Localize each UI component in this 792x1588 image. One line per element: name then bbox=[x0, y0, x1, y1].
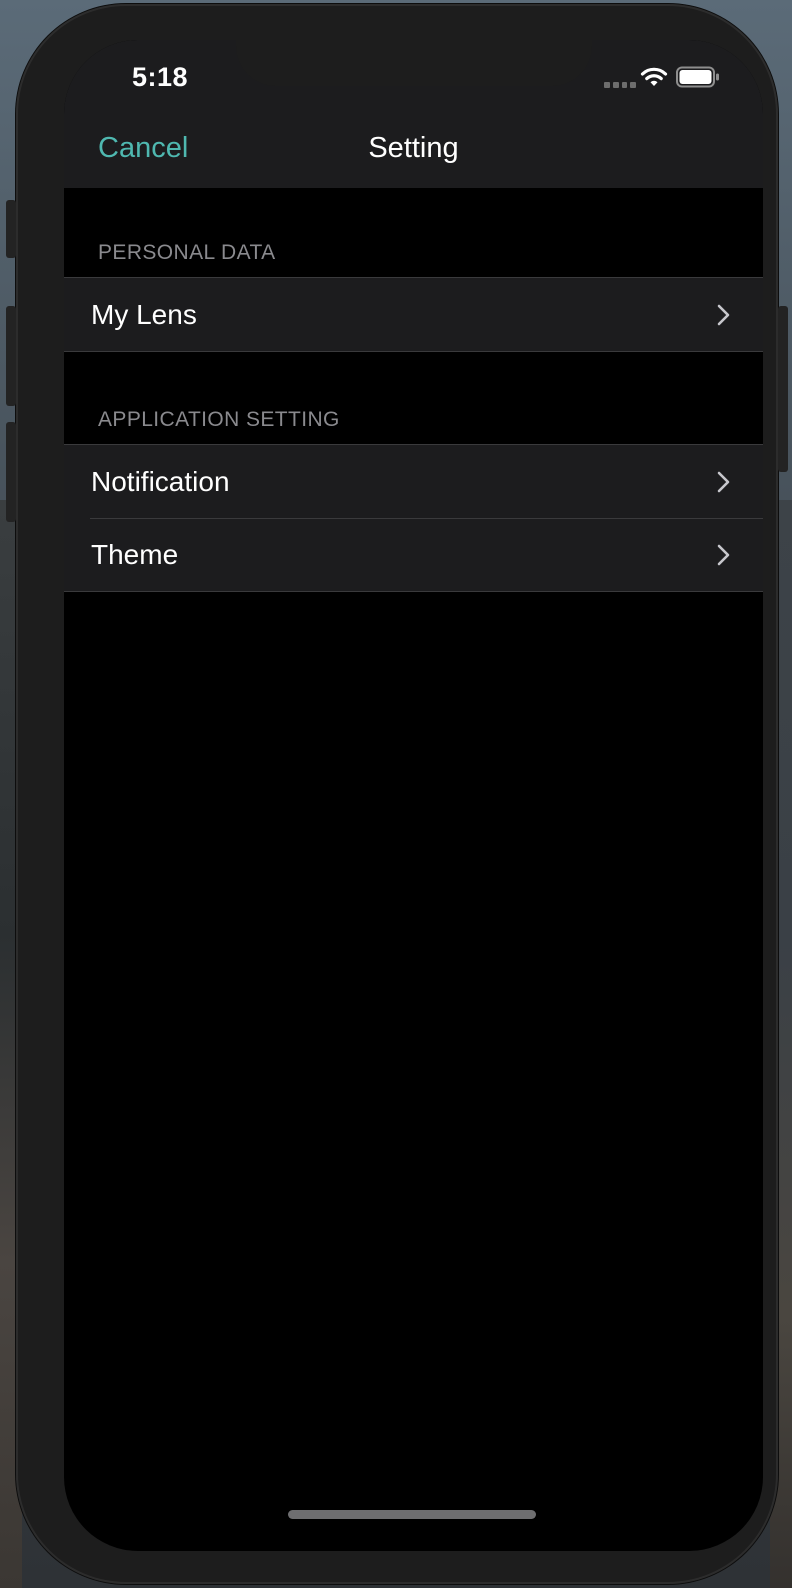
device-frame: 5:18 Cancel Setting PERSONAL DATA My Len… bbox=[6, 4, 788, 1584]
side-button-silent bbox=[6, 200, 16, 258]
group-application-setting: Notification Theme bbox=[64, 444, 763, 592]
signal-dots-icon bbox=[604, 82, 636, 88]
side-button-power bbox=[778, 306, 788, 472]
status-time: 5:18 bbox=[132, 62, 189, 92]
chevron-right-icon bbox=[717, 544, 730, 566]
chevron-right-icon bbox=[717, 471, 730, 493]
group-personal-data: My Lens bbox=[64, 277, 763, 352]
screen: 5:18 Cancel Setting PERSONAL DATA My Len… bbox=[64, 40, 763, 1551]
section-header-application-setting: APPLICATION SETTING bbox=[98, 408, 340, 431]
chevron-right-icon bbox=[717, 304, 730, 326]
list-item-notification[interactable]: Notification bbox=[64, 445, 763, 518]
list-item-label: Notification bbox=[91, 465, 230, 497]
list-item-my-lens[interactable]: My Lens bbox=[64, 278, 763, 351]
page-title: Setting bbox=[368, 132, 459, 164]
section-header-personal-data: PERSONAL DATA bbox=[98, 241, 276, 264]
side-button-volume-up bbox=[6, 306, 16, 406]
list-item-label: Theme bbox=[91, 538, 179, 570]
side-button-volume-down bbox=[6, 422, 16, 522]
notch bbox=[236, 40, 592, 86]
home-indicator[interactable] bbox=[288, 1510, 536, 1519]
battery-icon bbox=[676, 66, 719, 88]
list-item-theme[interactable]: Theme bbox=[64, 518, 763, 591]
wifi-icon bbox=[640, 67, 668, 86]
navigation-bar: 5:18 Cancel Setting bbox=[64, 40, 763, 188]
list-item-label: My Lens bbox=[91, 298, 197, 330]
